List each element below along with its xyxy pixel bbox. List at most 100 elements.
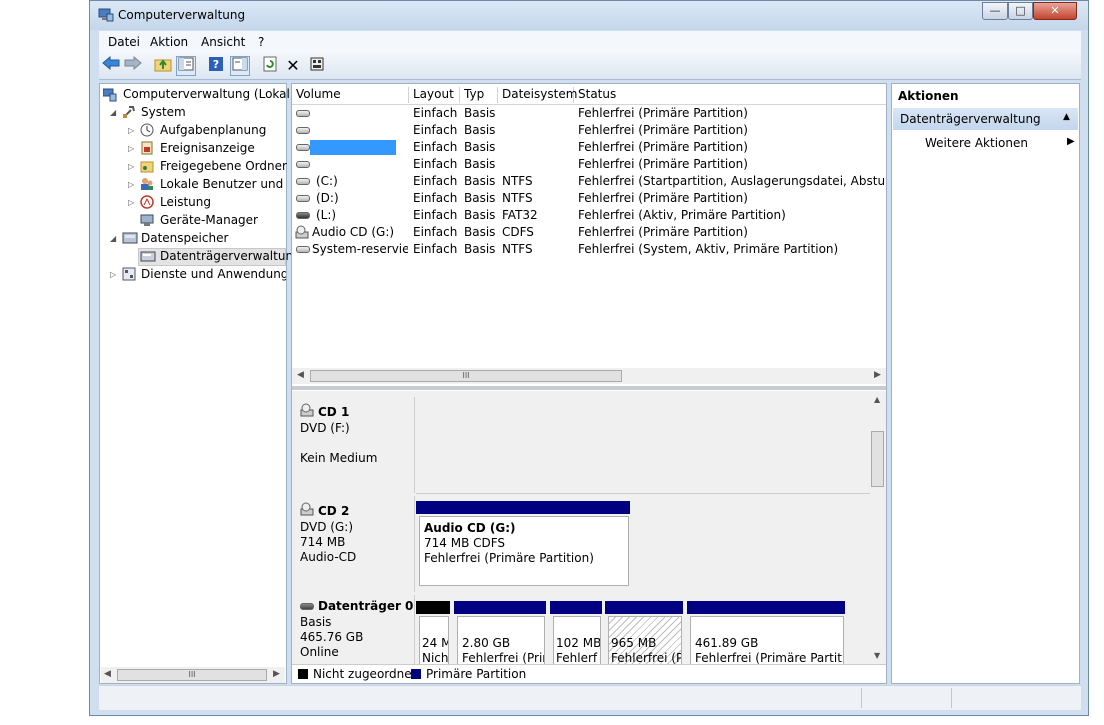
menu-help[interactable]: ?: [258, 35, 264, 49]
scroll-right-icon[interactable]: ▶: [874, 370, 881, 380]
tree-item-aufgabenplanung[interactable]: Aufgabenplanung: [160, 123, 266, 137]
table-row[interactable]: System-reserviert Einfach Basis NTFS Feh…: [292, 241, 886, 258]
tree-item-datentraegerverwaltung[interactable]: Datenträgerverwaltung: [160, 249, 301, 263]
cell-volume: System-reserviert: [312, 242, 408, 256]
actions-section[interactable]: Datenträgerverwaltung ▲: [893, 108, 1078, 130]
properties-icon[interactable]: [307, 56, 327, 76]
scroll-left-icon[interactable]: ◀: [297, 370, 304, 380]
close-button[interactable]: ✕: [1033, 2, 1077, 20]
console-tree-icon[interactable]: [176, 56, 196, 76]
disk-view-vertical-scrollbar[interactable]: ▲ ▼: [870, 391, 886, 664]
tree-item-geraete-manager[interactable]: Geräte-Manager: [160, 213, 258, 227]
tree-item-root[interactable]: Computerverwaltung (Lokal): [123, 87, 295, 101]
cell-layout: Einfach: [413, 106, 458, 120]
col-header-volume[interactable]: Volume: [292, 87, 409, 103]
back-icon[interactable]: [101, 55, 121, 76]
minimize-button[interactable]: —: [982, 2, 1008, 20]
forward-icon[interactable]: [123, 55, 143, 76]
delete-icon[interactable]: ✕: [283, 56, 303, 76]
selected-volume-highlight[interactable]: [310, 140, 396, 155]
title-bar[interactable]: Computerverwaltung — □ ✕: [90, 1, 1088, 30]
expand-arrow-icon[interactable]: ▷: [128, 144, 134, 153]
partition-size: 24 M: [422, 636, 449, 650]
table-row[interactable]: (D:) Einfach Basis NTFS Fehlerfrei (Prim…: [292, 190, 886, 207]
cell-typ: Basis: [464, 191, 496, 205]
tree-scroll-thumb[interactable]: III: [117, 669, 267, 681]
scroll-right-icon[interactable]: ▶: [273, 669, 280, 679]
cell-layout: Einfach: [413, 225, 458, 239]
tree-item-leistung[interactable]: Leistung: [160, 195, 211, 209]
partition-2[interactable]: 2.80 GB Fehlerfrei (Prim: [454, 601, 548, 664]
collapse-up-icon[interactable]: ▲: [1063, 112, 1070, 122]
cell-dateisystem: NTFS: [502, 174, 533, 188]
table-scroll-thumb[interactable]: III: [310, 370, 622, 382]
scroll-left-icon[interactable]: ◀: [104, 669, 111, 679]
partition-5[interactable]: 461.89 GB Fehlerfrei (Primäre Partition: [687, 601, 847, 664]
disk-label-cd1[interactable]: CD 1 DVD (F:) Kein Medium: [294, 397, 415, 493]
drive-icon: [296, 178, 310, 185]
expand-arrow-icon[interactable]: ▷: [128, 180, 134, 189]
disk-view-scroll-thumb[interactable]: [871, 431, 884, 487]
menu-aktion[interactable]: Aktion: [150, 35, 188, 49]
computer-management-icon: [98, 8, 114, 22]
scroll-down-icon[interactable]: ▼: [874, 651, 880, 660]
table-row[interactable]: Einfach Basis Fehlerfrei (Primäre Partit…: [292, 139, 886, 156]
cell-dateisystem: FAT32: [502, 208, 538, 222]
expand-arrow-icon[interactable]: ▷: [110, 270, 116, 279]
table-horizontal-scrollbar[interactable]: ◀ III ▶: [292, 368, 886, 384]
cell-typ: Basis: [464, 174, 496, 188]
expand-arrow-icon[interactable]: ▷: [128, 198, 134, 207]
menu-ansicht[interactable]: Ansicht: [201, 35, 245, 49]
table-row[interactable]: (C:) Einfach Basis NTFS Fehlerfrei (Star…: [292, 173, 886, 190]
table-row[interactable]: Einfach Basis Fehlerfrei (Primäre Partit…: [292, 105, 886, 122]
action-pane-icon[interactable]: [230, 56, 250, 76]
partition-status: Fehlerfrei (Prim: [462, 651, 545, 664]
tree-item-ereignisanzeige[interactable]: Ereignisanzeige: [160, 141, 255, 155]
expand-arrow-icon[interactable]: ▷: [128, 162, 134, 171]
partition-unallocated[interactable]: 24 M Nich: [416, 601, 452, 664]
menu-datei[interactable]: Datei: [108, 35, 140, 49]
event-viewer-icon: [140, 141, 154, 155]
tree-item-dienste[interactable]: Dienste und Anwendungen: [141, 267, 286, 281]
partition-3[interactable]: 102 MB Fehlerf: [550, 601, 604, 664]
tree-item-freigegebene-ordner[interactable]: Freigegebene Ordner: [160, 159, 287, 173]
expand-arrow-icon[interactable]: ▷: [128, 126, 134, 135]
disk-label-cd2[interactable]: CD 2 DVD (G:) 714 MB Audio-CD: [294, 496, 415, 592]
col-header-typ[interactable]: Typ: [460, 87, 498, 103]
legend-primary: Primäre Partition: [426, 667, 527, 681]
partition-audio-cd[interactable]: Audio CD (G:) 714 MB CDFS Fehlerfrei (Pr…: [416, 501, 634, 591]
partition-4-selected[interactable]: 965 MB Fehlerfrei (Pr: [605, 601, 685, 664]
collapse-arrow-icon[interactable]: ◢: [110, 234, 116, 243]
computer-management-icon: [102, 88, 117, 102]
refresh-icon[interactable]: [260, 56, 280, 76]
tree-item-lokale-benutzer[interactable]: Lokale Benutzer und Gruppen: [160, 177, 285, 191]
drive-icon: [296, 195, 310, 202]
help-icon[interactable]: ?: [206, 56, 226, 76]
legend-swatch-unallocated: [298, 669, 308, 679]
collapse-arrow-icon[interactable]: ◢: [110, 108, 116, 117]
action-more[interactable]: Weitere Aktionen ▶: [893, 133, 1078, 153]
pane-splitter[interactable]: [292, 386, 886, 390]
table-row[interactable]: Einfach Basis Fehlerfrei (Primäre Partit…: [292, 122, 886, 139]
legend-swatch-primary: [411, 669, 421, 679]
maximize-button[interactable]: □: [1008, 2, 1033, 20]
table-row[interactable]: Einfach Basis Fehlerfrei (Primäre Partit…: [292, 156, 886, 173]
partition-box: 24 M Nich: [419, 616, 449, 664]
table-row[interactable]: (L:) Einfach Basis FAT32 Fehlerfrei (Akt…: [292, 207, 886, 224]
submenu-arrow-icon[interactable]: ▶: [1067, 136, 1075, 147]
cell-volume: (L:): [316, 208, 337, 222]
col-header-dateisystem[interactable]: Dateisystem: [498, 87, 577, 103]
cell-layout: Einfach: [413, 191, 458, 205]
table-row[interactable]: Audio CD (G:) Einfach Basis CDFS Fehlerf…: [292, 224, 886, 241]
col-header-status[interactable]: Status: [574, 87, 886, 103]
tree-item-datenspeicher[interactable]: Datenspeicher: [141, 231, 228, 245]
col-header-layout[interactable]: Layout: [409, 87, 460, 103]
disk-graphical-view: CD 1 DVD (F:) Kein Medium CD 2 DVD (G:) …: [292, 391, 886, 664]
disk-label-disk0[interactable]: Datenträger 0 Basis 465.76 GB Online: [294, 595, 415, 664]
up-folder-icon[interactable]: [153, 56, 173, 76]
tree-horizontal-scrollbar[interactable]: ◀ III ▶: [101, 667, 285, 683]
scroll-up-icon[interactable]: ▲: [874, 395, 880, 404]
tree-item-system[interactable]: System: [141, 105, 186, 119]
cell-layout: Einfach: [413, 174, 458, 188]
cell-volume: (D:): [316, 191, 339, 205]
